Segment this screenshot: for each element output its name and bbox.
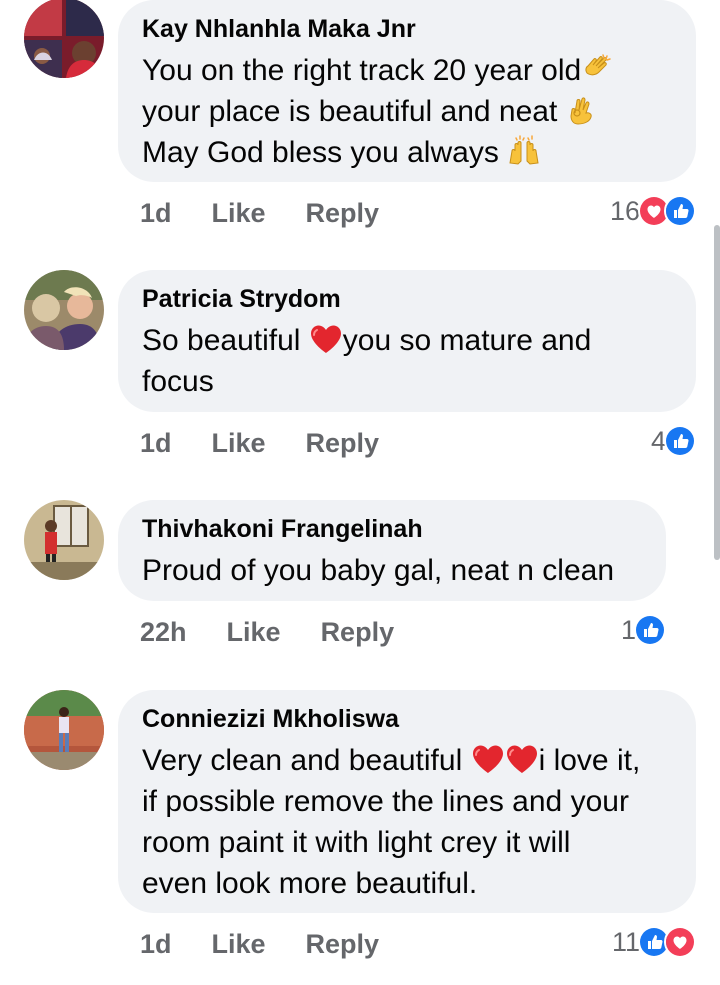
comment-bubble: Thivhakoni Frangelinah Proud of you baby…	[118, 500, 666, 601]
comment-actions: 1d Like Reply	[140, 193, 379, 233]
like-reaction-icon	[634, 614, 666, 646]
reaction-summary[interactable]: 16	[610, 191, 696, 231]
comment-actions: 1d Like Reply	[140, 924, 379, 964]
comment-line: even look more beautiful.	[142, 867, 478, 900]
comment-line: focus	[142, 365, 214, 398]
comment-text: You on the right track 20 year old your …	[142, 50, 672, 173]
reaction-summary[interactable]: 11	[612, 922, 696, 962]
comment-timestamp[interactable]: 1d	[140, 428, 172, 459]
comment-line: if possible remove the lines and your	[142, 785, 629, 818]
red-heart-icon	[309, 323, 343, 355]
avatar[interactable]	[24, 0, 104, 78]
reply-button[interactable]: Reply	[321, 617, 395, 648]
comment-line: you so mature and	[342, 324, 592, 357]
comment-author[interactable]: Kay Nhlanhla Maka Jnr	[142, 14, 672, 44]
comment-line: Very clean and beautiful	[142, 744, 471, 777]
comment-actions: 22h Like Reply	[140, 612, 394, 652]
comment-bubble: Conniezizi Mkholiswa Very clean and beau…	[118, 690, 696, 913]
comment-author[interactable]: Patricia Strydom	[142, 284, 672, 314]
comment-author[interactable]: Thivhakoni Frangelinah	[142, 514, 642, 544]
avatar[interactable]	[24, 500, 104, 580]
scrollbar[interactable]	[714, 225, 720, 560]
like-reaction-icon	[664, 195, 696, 227]
red-heart-icon	[471, 743, 505, 775]
like-reaction-icon	[664, 425, 696, 457]
comment-timestamp[interactable]: 1d	[140, 198, 172, 229]
reaction-summary[interactable]: 4	[651, 421, 696, 461]
comment-actions: 1d Like Reply	[140, 423, 379, 463]
like-button[interactable]: Like	[212, 198, 266, 229]
comment-line: You on the right track 20 year old	[142, 54, 582, 87]
comment-bubble: Patricia Strydom So beautiful you so mat…	[118, 270, 696, 412]
comment-line: Proud of you baby gal, neat n clean	[142, 554, 615, 587]
comment-text: Very clean and beautiful i love it, if p…	[142, 740, 672, 904]
comment-line: room paint it with light crey it will	[142, 826, 571, 859]
reply-button[interactable]: Reply	[306, 428, 380, 459]
like-button[interactable]: Like	[212, 428, 266, 459]
like-button[interactable]: Like	[212, 929, 266, 960]
reply-button[interactable]: Reply	[306, 198, 380, 229]
reaction-summary[interactable]: 1	[621, 610, 666, 650]
reaction-count: 11	[611, 926, 640, 957]
comment-timestamp[interactable]: 1d	[140, 929, 172, 960]
comment-text: Proud of you baby gal, neat n clean	[142, 550, 642, 591]
avatar[interactable]	[24, 690, 104, 770]
reaction-count: 16	[609, 195, 640, 226]
comment-author[interactable]: Conniezizi Mkholiswa	[142, 704, 672, 734]
clapping-hands-icon	[581, 53, 615, 85]
comment-text: So beautiful you so mature and focus	[142, 320, 672, 402]
comment-line: So beautiful	[142, 324, 309, 357]
comment-bubble: Kay Nhlanhla Maka Jnr You on the right t…	[118, 0, 696, 182]
red-heart-icon	[505, 743, 539, 775]
comment-timestamp[interactable]: 22h	[140, 617, 187, 648]
like-button[interactable]: Like	[227, 617, 281, 648]
reply-button[interactable]: Reply	[306, 929, 380, 960]
avatar[interactable]	[24, 270, 104, 350]
raising-hands-icon	[507, 135, 541, 167]
comment-line: May God bless you always	[142, 136, 508, 169]
ok-hand-icon	[566, 94, 600, 126]
love-reaction-icon	[664, 926, 696, 958]
comment-line: your place is beautiful and neat	[142, 95, 566, 128]
comment-line: i love it,	[538, 744, 641, 777]
